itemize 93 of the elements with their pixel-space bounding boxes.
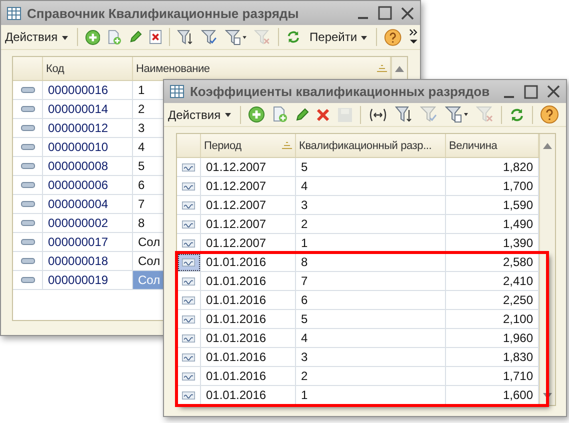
copy-icon[interactable] — [107, 28, 122, 46]
record-icon — [182, 332, 195, 344]
table-cell: 01.01.2016 — [201, 272, 296, 291]
refresh-icon[interactable] — [286, 29, 301, 45]
table-cell: 01.01.2016 — [201, 310, 296, 329]
column-header[interactable]: Код — [43, 57, 133, 80]
table-cell: 01.01.2016 — [201, 291, 296, 310]
table-cell: 01.12.2007 — [201, 215, 296, 234]
add-icon[interactable] — [84, 28, 100, 46]
record-icon — [182, 162, 195, 172]
help-icon[interactable] — [540, 105, 559, 124]
table-icon — [170, 85, 184, 98]
filter-icon[interactable] — [394, 106, 413, 123]
scroll-up-icon[interactable] — [543, 142, 552, 148]
table-cell: 000000012 — [43, 119, 133, 138]
table-cell: 01.01.2016 — [201, 348, 296, 367]
record-icon — [182, 200, 195, 210]
record-icon — [182, 180, 195, 192]
close-icon[interactable] — [401, 6, 414, 20]
item-icon — [20, 144, 34, 150]
table-cell: 1 — [296, 386, 446, 405]
filter-menu-icon[interactable] — [224, 28, 247, 46]
table-cell: 01.01.2016 — [201, 367, 296, 386]
item-icon — [20, 87, 34, 93]
table-cell: 01.12.2007 — [201, 158, 296, 177]
refresh-icon[interactable] — [508, 106, 525, 122]
item-icon — [20, 277, 34, 283]
menu-button[interactable]: Действия — [3, 30, 70, 44]
item-icon — [20, 239, 34, 245]
table-cell: 000000004 — [43, 195, 133, 214]
filter-menu-icon[interactable] — [444, 106, 469, 123]
table-cell: 000000018 — [43, 252, 133, 271]
record-icon — [182, 390, 195, 400]
table-cell: 01.01.2016 — [201, 253, 296, 272]
item-icon — [20, 125, 34, 131]
window-title: Справочник Квалификационные разряды — [27, 6, 300, 20]
record-icon — [182, 352, 195, 362]
table-cell: 1 — [296, 234, 446, 253]
item-icon — [20, 201, 34, 207]
table-cell: 7 — [296, 272, 446, 291]
table-icon — [7, 6, 21, 20]
table-cell: 3 — [296, 196, 446, 215]
record-icon — [182, 218, 195, 230]
pencil-icon[interactable] — [129, 30, 142, 44]
table-cell: 000000002 — [43, 214, 133, 233]
record-icon — [182, 256, 195, 268]
table-cell: 01.12.2007 — [201, 234, 296, 253]
table-cell: 000000017 — [43, 233, 133, 252]
table-cell: 01.12.2007 — [201, 196, 296, 215]
table-cell: 000000010 — [43, 138, 133, 157]
maximize-icon[interactable] — [524, 84, 538, 98]
table-cell: 000000016 — [43, 81, 133, 100]
record-icon — [182, 294, 195, 306]
record-icon — [182, 276, 195, 286]
table-cell: 01.12.2007 — [201, 177, 296, 196]
pencil-icon[interactable] — [294, 108, 309, 122]
table-cell: 5 — [296, 310, 446, 329]
menu-button[interactable]: Действия — [166, 108, 233, 122]
range-icon[interactable] — [368, 108, 388, 122]
table-cell: 6 — [296, 291, 446, 310]
table-cell: 5 — [296, 158, 446, 177]
item-icon — [20, 220, 34, 226]
column-header[interactable]: Период — [201, 134, 296, 157]
maximize-icon[interactable] — [378, 6, 392, 20]
delete-icon[interactable] — [316, 108, 330, 122]
column-header[interactable]: Квалификационный разр... — [296, 134, 446, 157]
table-cell: 000000008 — [43, 157, 133, 176]
menu-button[interactable]: Перейти — [308, 30, 370, 44]
table-cell: 8 — [296, 253, 446, 272]
close-icon[interactable] — [547, 85, 560, 98]
scroll-down-icon[interactable] — [543, 393, 552, 399]
record-icon — [182, 238, 195, 248]
table-cell: 000000014 — [43, 100, 133, 119]
item-icon — [20, 182, 34, 188]
record-icon — [182, 370, 195, 382]
table-cell: 4 — [296, 177, 446, 196]
table-cell: 2 — [296, 215, 446, 234]
delete-icon[interactable] — [149, 29, 162, 45]
add-icon[interactable] — [248, 106, 265, 123]
table-cell: 01.01.2016 — [201, 386, 296, 405]
filter-icon[interactable] — [177, 28, 194, 46]
table-cell: 2 — [296, 367, 446, 386]
table-cell: 01.01.2016 — [201, 329, 296, 348]
help-icon[interactable] — [384, 28, 402, 46]
table-cell: 000000006 — [43, 176, 133, 195]
item-icon — [20, 258, 34, 264]
table-cell: 3 — [296, 348, 446, 367]
copy-icon[interactable] — [272, 106, 288, 123]
table-cell: 4 — [296, 329, 446, 348]
scroll-up-icon[interactable] — [395, 66, 404, 72]
record-icon — [182, 314, 195, 324]
item-icon — [20, 106, 34, 112]
item-icon — [20, 163, 34, 169]
